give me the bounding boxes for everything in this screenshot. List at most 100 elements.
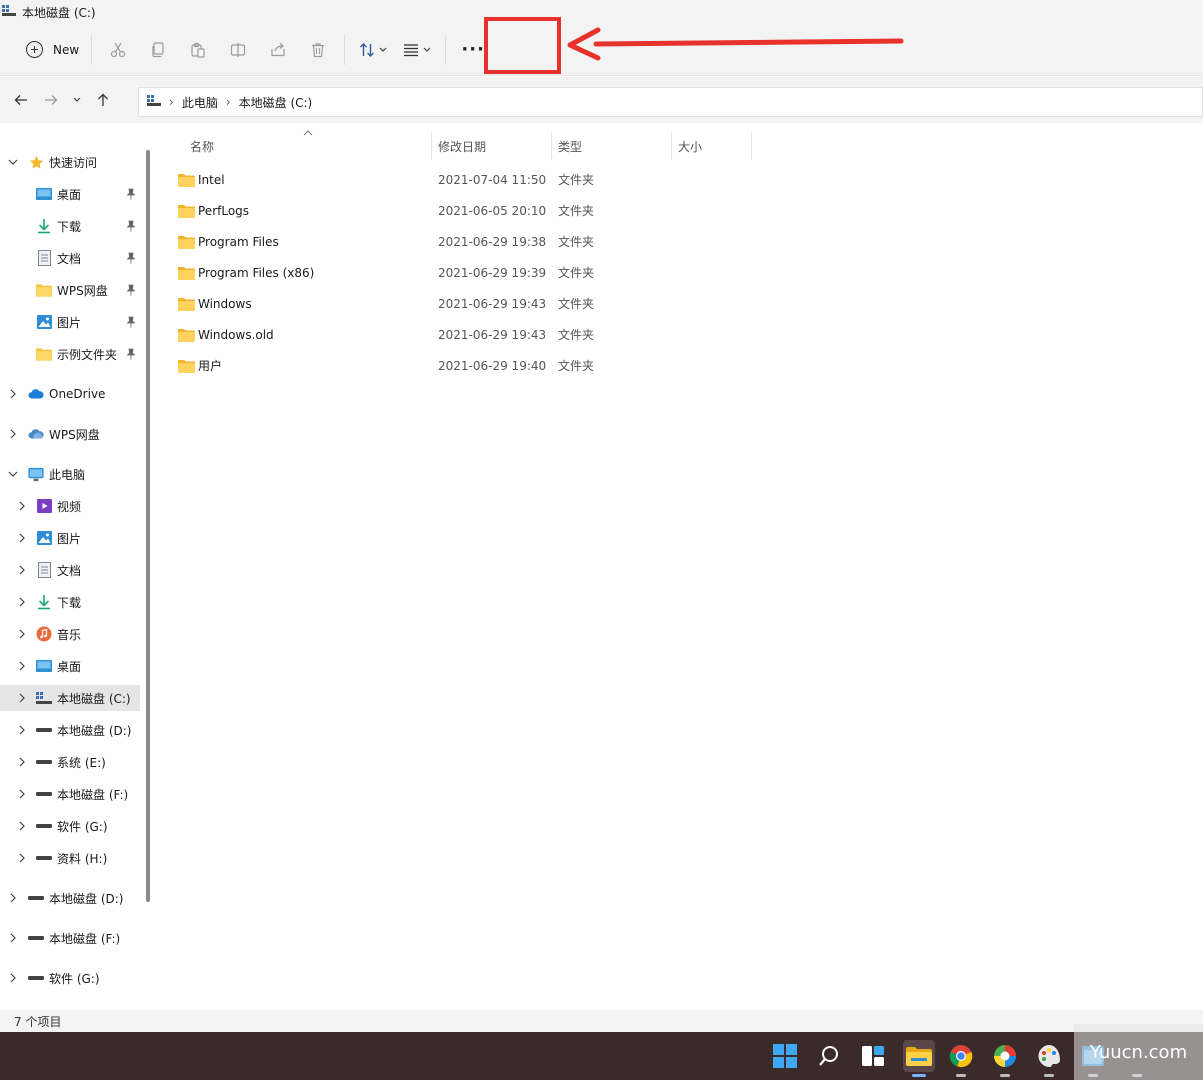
copy-button[interactable] [138,33,178,67]
chevron-right-icon[interactable] [17,821,27,831]
sidebar-item-downloads[interactable]: 下载 [0,213,140,239]
drive-icon [36,818,52,834]
chevron-right-icon[interactable] [8,973,18,983]
chevron-right-icon[interactable] [8,429,18,439]
sidebar-item-documents-pc[interactable]: 文档 [0,557,140,583]
chevron-down-icon[interactable] [8,469,18,479]
chevron-right-icon[interactable] [8,933,18,943]
sidebar-item-desktop-pc[interactable]: 桌面 [0,653,140,679]
chevron-right-icon[interactable] [17,629,27,639]
document-icon [36,562,52,578]
sidebar-item-f-drive[interactable]: 本地磁盘 (F:) [0,781,140,807]
column-header-modified[interactable]: 修改日期 [438,128,486,164]
sidebar-item-label: 本地磁盘 (F:) [57,787,129,802]
sidebar-item-this-pc[interactable]: 此电脑 [0,461,140,487]
chevron-right-icon[interactable] [8,893,18,903]
sidebar-item-e-drive[interactable]: 系统 (E:) [0,749,140,775]
search-button[interactable] [815,1042,843,1070]
breadcrumb-this-pc[interactable]: 此电脑 [182,94,218,111]
table-row[interactable]: Windows 2021-06-29 19:43 文件夹 [176,288,1176,319]
sidebar-item-d-drive-root[interactable]: 本地磁盘 (D:) [0,885,140,911]
chevron-right-icon[interactable] [17,565,27,575]
sidebar-item-music[interactable]: 音乐 [0,621,140,647]
taskbar-file-explorer[interactable] [903,1040,935,1072]
delete-button[interactable] [298,33,338,67]
pin-icon [126,188,136,200]
file-modified: 2021-06-29 19:40 [438,358,547,373]
table-row[interactable]: 用户 2021-06-29 19:40 文件夹 [176,350,1176,381]
sidebar-scrollbar[interactable] [146,150,150,902]
sidebar-item-label: 本地磁盘 (C:) [57,691,131,706]
new-button[interactable]: New [20,33,85,67]
taskbar-chrome[interactable] [947,1042,975,1070]
up-button[interactable] [88,85,118,115]
file-type: 文件夹 [558,297,595,311]
pin-icon [126,284,136,296]
chevron-right-icon[interactable] [17,533,27,543]
table-row[interactable]: Program Files 2021-06-29 19:38 文件夹 [176,226,1176,257]
cut-button[interactable] [98,33,138,67]
table-row[interactable]: Program Files (x86) 2021-06-29 19:39 文件夹 [176,257,1176,288]
column-header-type[interactable]: 类型 [558,128,582,164]
breadcrumb-c-drive[interactable]: 本地磁盘 (C:) [239,94,313,111]
sidebar-item-onedrive[interactable]: OneDrive [0,381,140,407]
chevron-right-icon[interactable] [17,693,27,703]
chevron-right-icon: › [225,95,231,109]
table-row[interactable]: PerfLogs 2021-06-05 20:10 文件夹 [176,195,1176,226]
chevron-right-icon[interactable] [8,389,18,399]
sidebar-item-d-drive[interactable]: 本地磁盘 (D:) [0,717,140,743]
file-name: Program Files (x86) [198,265,315,280]
download-icon [36,594,52,610]
chevron-right-icon[interactable] [17,501,27,511]
table-row[interactable]: Windows.old 2021-06-29 19:43 文件夹 [176,319,1176,350]
sort-button[interactable] [351,33,395,67]
chevron-right-icon[interactable] [17,725,27,735]
sidebar-item-g-drive[interactable]: 软件 (G:) [0,813,140,839]
rename-button[interactable] [218,33,258,67]
desktop-icon [36,186,52,202]
sidebar-item-label: 本地磁盘 (F:) [49,931,121,946]
pin-icon [126,252,136,264]
sidebar-item-videos[interactable]: 视频 [0,493,140,519]
column-header-size[interactable]: 大小 [678,128,702,164]
forward-button[interactable] [36,85,66,115]
chevron-right-icon[interactable] [17,853,27,863]
chevron-right-icon[interactable] [17,789,27,799]
back-button[interactable] [6,85,36,115]
sidebar-item-f-drive-root[interactable]: 本地磁盘 (F:) [0,925,140,951]
sidebar-item-wps-drive[interactable]: WPS网盘 [0,277,140,303]
chevron-down-icon [73,97,81,102]
column-divider[interactable] [751,132,752,160]
start-button[interactable] [771,1042,799,1070]
address-bar[interactable]: › 此电脑 › 本地磁盘 (C:) [138,87,1203,117]
table-row[interactable]: Intel 2021-07-04 11:50 文件夹 [176,164,1176,195]
column-divider[interactable] [671,132,672,160]
column-divider[interactable] [551,132,552,160]
sidebar-item-quick-access[interactable]: 快速访问 [0,149,140,175]
chevron-right-icon[interactable] [17,661,27,671]
sidebar-item-desktop[interactable]: 桌面 [0,181,140,207]
navigation-row: › 此电脑 › 本地磁盘 (C:) [0,77,1203,123]
task-view-button[interactable] [859,1042,887,1070]
paste-button[interactable] [178,33,218,67]
taskbar-paint[interactable] [1035,1042,1063,1070]
column-divider[interactable] [431,132,432,160]
sidebar-item-sample-folder[interactable]: 示例文件夹 [0,341,140,367]
recent-locations-button[interactable] [66,85,88,115]
sidebar-item-downloads-pc[interactable]: 下载 [0,589,140,615]
sidebar-item-c-drive[interactable]: 本地磁盘 (C:) [0,685,140,711]
share-button[interactable] [258,33,298,67]
sidebar-item-h-drive[interactable]: 资料 (H:) [0,845,140,871]
sidebar-item-g-drive-root[interactable]: 软件 (G:) [0,965,140,991]
chevron-right-icon[interactable] [17,757,27,767]
sort-ascending-icon [303,130,313,136]
taskbar-browser[interactable] [991,1042,1019,1070]
column-header-name[interactable]: 名称 [190,128,214,164]
sidebar-item-pictures[interactable]: 图片 [0,309,140,335]
view-button[interactable] [395,33,439,67]
sidebar-item-wps-cloud[interactable]: WPS网盘 [0,421,140,447]
chevron-down-icon[interactable] [8,157,18,167]
sidebar-item-pictures-pc[interactable]: 图片 [0,525,140,551]
sidebar-item-documents[interactable]: 文档 [0,245,140,271]
chevron-right-icon[interactable] [17,597,27,607]
